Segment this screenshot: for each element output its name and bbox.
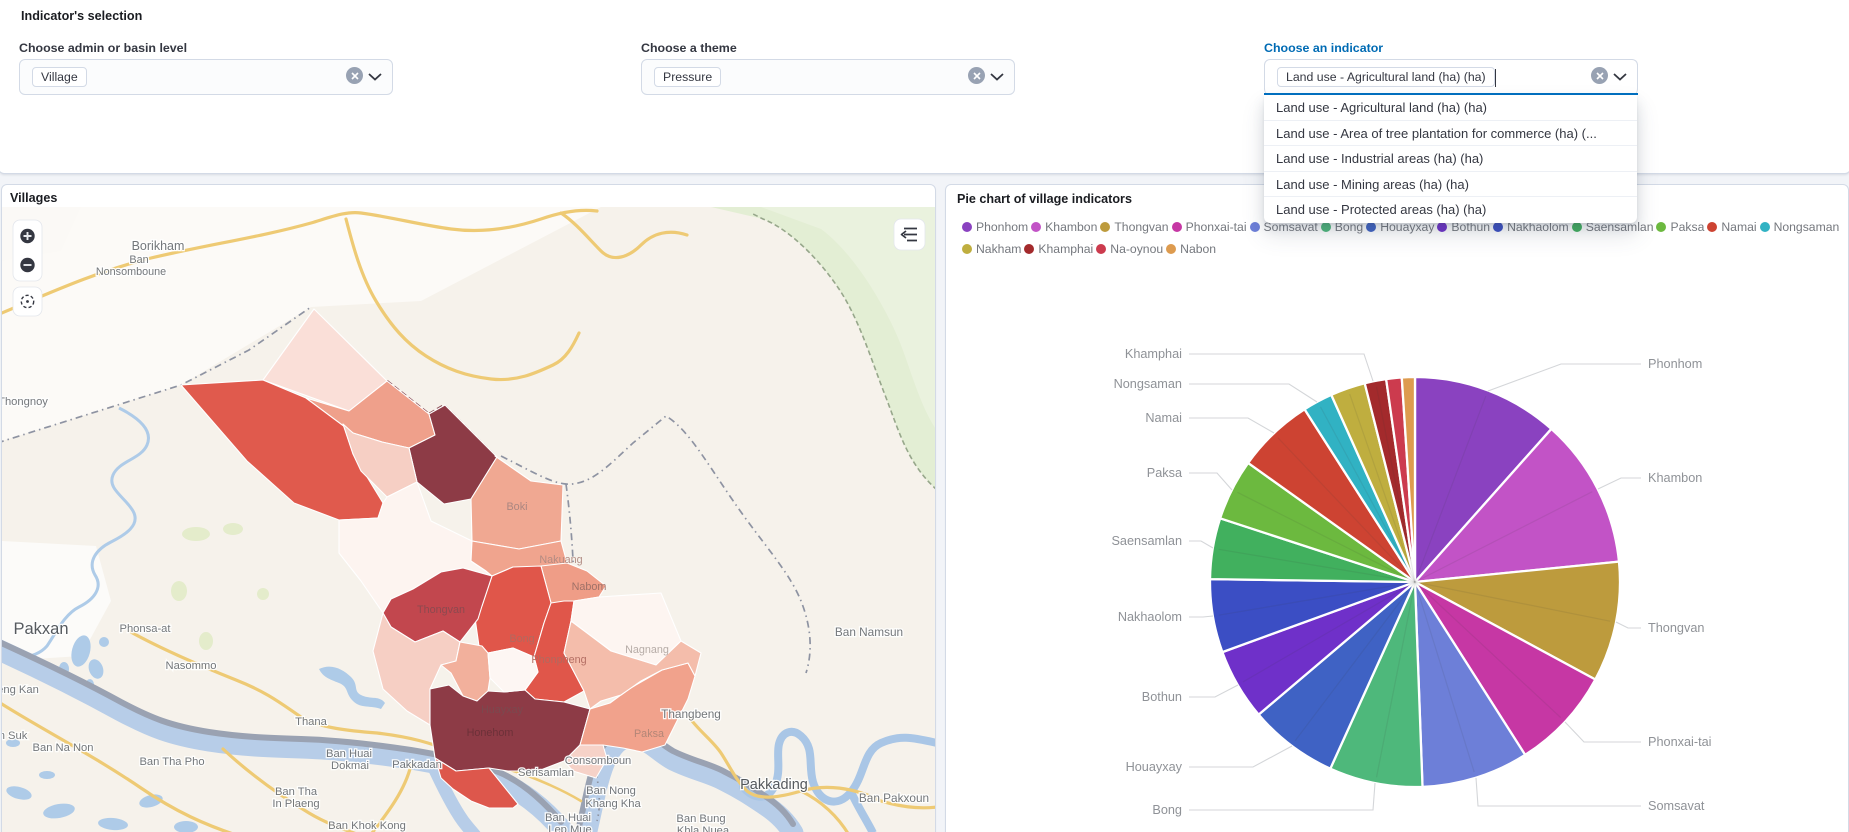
svg-text:n Suk: n Suk	[2, 730, 28, 742]
svg-text:Thana: Thana	[295, 716, 327, 728]
svg-text:Lep Mue: Lep Mue	[548, 824, 592, 832]
svg-text:Houayxay: Houayxay	[1126, 760, 1183, 774]
svg-text:Borikham: Borikham	[132, 239, 185, 253]
svg-text:Honehom: Honehom	[467, 727, 514, 739]
svg-text:Boki: Boki	[506, 501, 527, 513]
svg-text:Thongnoy: Thongnoy	[2, 396, 48, 408]
svg-text:Nongsaman: Nongsaman	[1114, 377, 1182, 391]
svg-text:Khang Kha: Khang Kha	[585, 798, 641, 810]
svg-text:Nagnang: Nagnang	[625, 644, 669, 656]
svg-text:Ban Na Non: Ban Na Non	[33, 742, 94, 754]
svg-text:Nabom: Nabom	[572, 581, 607, 593]
svg-text:Pakkading: Pakkading	[740, 777, 808, 793]
svg-text:Bong: Bong	[509, 633, 534, 645]
svg-text:Pakxan: Pakxan	[13, 620, 68, 638]
svg-text:Ban Bung: Ban Bung	[676, 813, 725, 825]
svg-text:Consomboun: Consomboun	[565, 755, 632, 767]
svg-text:Ban Tha: Ban Tha	[275, 786, 318, 798]
svg-text:In Plaeng: In Plaeng	[272, 798, 319, 810]
svg-text:Thongvan: Thongvan	[1648, 621, 1704, 635]
svg-text:Phonxai-tai: Phonxai-tai	[1648, 735, 1711, 749]
svg-text:Nakuang: Nakuang	[539, 554, 582, 566]
svg-text:Bothun: Bothun	[1142, 690, 1182, 704]
svg-text:eng Kan: eng Kan	[2, 684, 39, 696]
svg-text:Khla Nuea: Khla Nuea	[677, 825, 730, 832]
svg-text:Nasommo: Nasommo	[166, 660, 217, 672]
svg-text:Ban: Ban	[129, 254, 148, 266]
svg-text:Huayxay: Huayxay	[481, 704, 524, 716]
svg-text:Ban Tha Pho: Ban Tha Pho	[139, 756, 204, 768]
svg-text:Paksa: Paksa	[1147, 466, 1183, 480]
svg-text:Thangbeng: Thangbeng	[661, 707, 721, 721]
svg-text:Pakkadan: Pakkadan	[392, 759, 442, 771]
svg-text:Bong: Bong	[1152, 803, 1182, 817]
svg-text:Ban Huai: Ban Huai	[326, 748, 372, 760]
svg-text:Ban Namsun: Ban Namsun	[835, 625, 903, 639]
svg-text:Khambon: Khambon	[1648, 471, 1702, 485]
svg-text:Thongvan: Thongvan	[417, 604, 465, 616]
svg-text:Serisamlan: Serisamlan	[518, 767, 574, 779]
svg-text:Ban Pakxoun: Ban Pakxoun	[859, 791, 929, 805]
svg-text:Ban Nong: Ban Nong	[586, 785, 636, 797]
svg-text:Nonsomboune: Nonsomboune	[96, 266, 166, 278]
svg-text:Namai: Namai	[1145, 411, 1182, 425]
svg-text:Khamphai: Khamphai	[1125, 347, 1182, 361]
svg-text:Ban Huai: Ban Huai	[545, 812, 591, 824]
svg-text:Ban Khok Kong: Ban Khok Kong	[328, 820, 406, 832]
svg-text:Phonsa-at: Phonsa-at	[120, 623, 172, 635]
svg-text:Somsavat: Somsavat	[1648, 799, 1705, 813]
svg-text:Phonpheng: Phonpheng	[531, 654, 586, 666]
svg-text:Nakhaolom: Nakhaolom	[1118, 610, 1182, 624]
svg-text:Saensamlan: Saensamlan	[1111, 534, 1182, 548]
svg-text:Paksa: Paksa	[634, 728, 664, 740]
svg-text:Dokmai: Dokmai	[331, 760, 369, 772]
svg-text:Phonhom: Phonhom	[1648, 357, 1702, 371]
